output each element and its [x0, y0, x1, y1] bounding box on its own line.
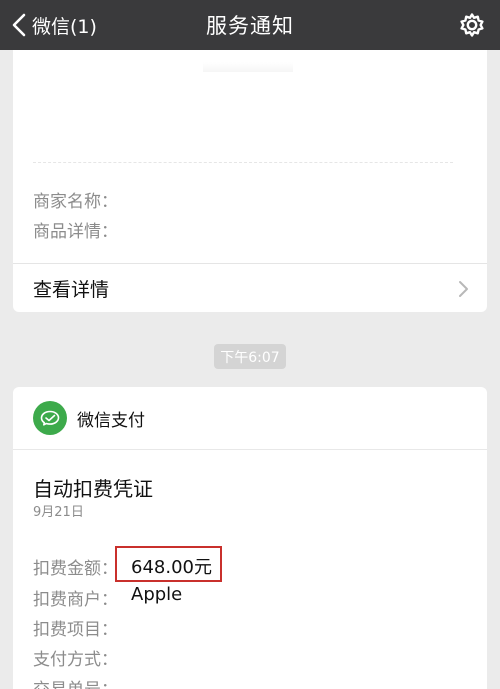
back-button[interactable]: 微信(1) — [12, 0, 97, 50]
chevron-right-icon — [459, 281, 468, 297]
notice-card: 商家名称： 商品详情： 查看详情 — [13, 50, 487, 312]
product-detail-label: 商品详情： — [33, 222, 118, 242]
voucher-date: 9月21日 — [33, 505, 84, 520]
view-details-label: 查看详情 — [33, 278, 110, 301]
gear-icon[interactable] — [458, 11, 486, 39]
transaction-number-label: 交易单号： — [33, 675, 118, 689]
back-label: 微信(1) — [32, 15, 97, 38]
amount-highlight-box — [115, 546, 222, 582]
payment-source-name: 微信支付 — [77, 410, 145, 431]
merchant-name-label: 商家名称： — [33, 192, 118, 212]
charge-merchant-label: 扣费商户： — [33, 590, 118, 610]
payment-method-label: 支付方式： — [33, 650, 118, 670]
wechat-pay-icon — [33, 401, 67, 435]
chevron-left-icon — [12, 13, 26, 37]
faded-text — [203, 62, 293, 72]
nav-bar: 微信(1) 服务通知 — [0, 0, 500, 50]
payment-card[interactable]: 微信支付 自动扣费凭证 9月21日 扣费金额： 648.00元 扣费商户： Ap… — [13, 387, 487, 689]
message-timestamp: 下午6:07 — [214, 344, 286, 369]
voucher-title: 自动扣费凭证 — [33, 477, 153, 501]
charge-merchant-value: Apple — [131, 584, 183, 605]
charge-item-label: 扣费项目： — [33, 620, 118, 640]
payment-card-header: 微信支付 — [13, 387, 487, 450]
divider — [33, 162, 453, 163]
view-details-button[interactable]: 查看详情 — [13, 263, 487, 312]
charge-amount-label: 扣费金额： — [33, 559, 118, 579]
